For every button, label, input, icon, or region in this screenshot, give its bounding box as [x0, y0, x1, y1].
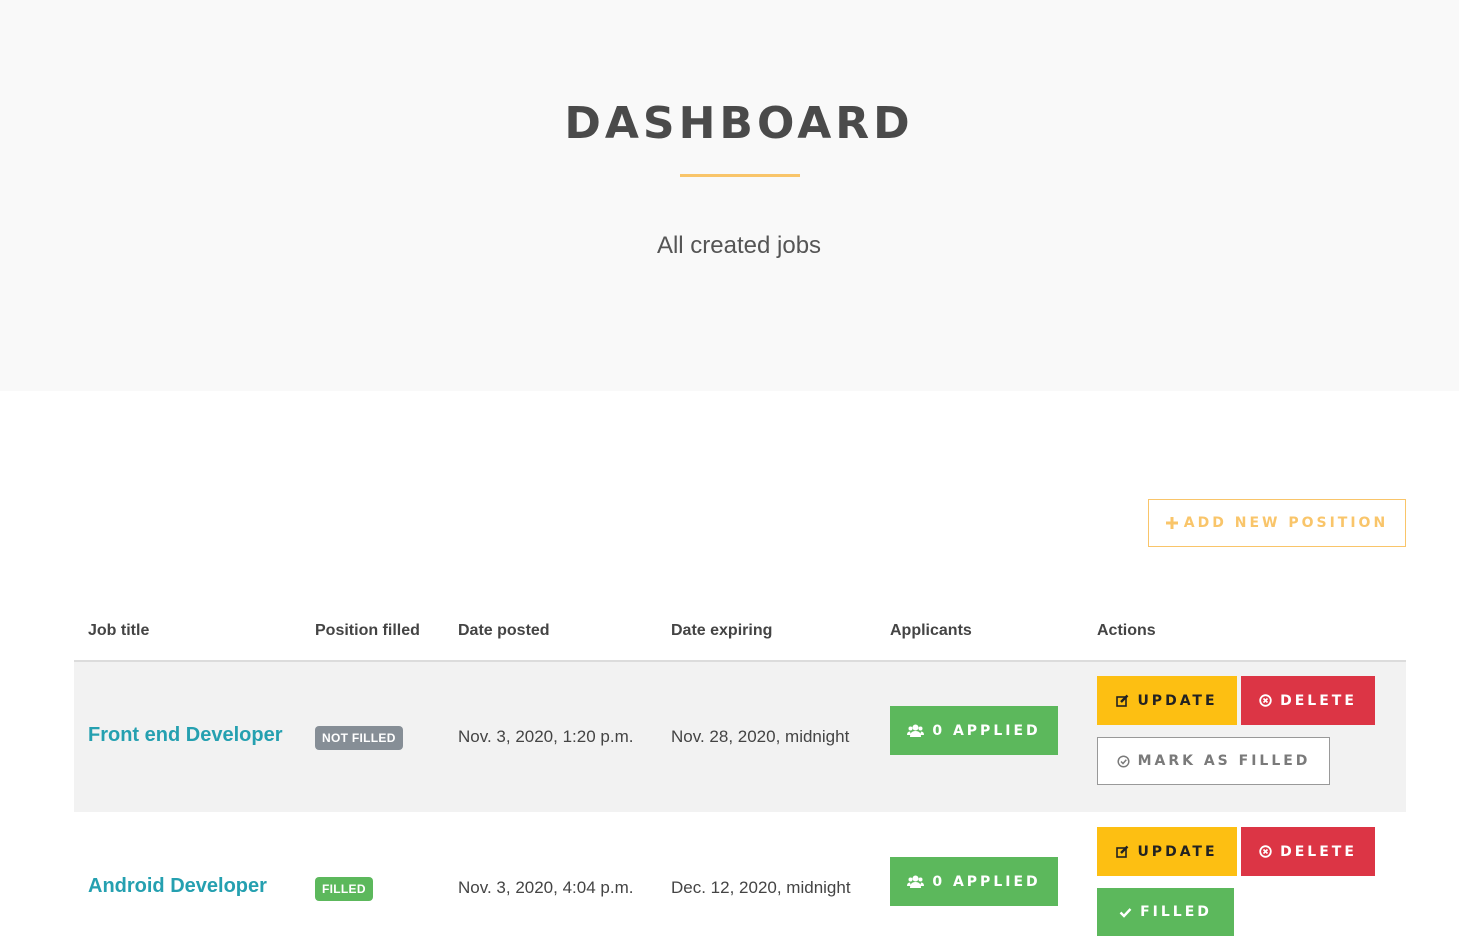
plus-icon [1165, 517, 1178, 529]
edit-icon [1116, 694, 1129, 707]
header-actions: Actions [1097, 622, 1156, 639]
page-title: DASHBOARD [564, 98, 914, 149]
header-applicants: Applicants [890, 622, 972, 639]
applicants-button[interactable]: 0 APPLIED [890, 857, 1058, 906]
mark-as-filled-label: MARK AS FILLED [1137, 753, 1311, 769]
mark-as-filled-button[interactable]: MARK AS FILLED [1097, 737, 1330, 785]
date-posted: Nov. 3, 2020, 4:04 p.m. [458, 878, 634, 897]
update-label: UPDATE [1137, 843, 1218, 860]
add-new-position-label: ADD NEW POSITION [1183, 515, 1389, 531]
page-header: DASHBOARD All created jobs [0, 0, 1459, 391]
job-title-link[interactable]: Android Developer [88, 875, 267, 898]
page-subtitle: All created jobs [656, 232, 822, 259]
delete-button[interactable]: DELETE [1241, 676, 1375, 725]
table-row: Android Developer FILLED Nov. 3, 2020, 4… [74, 812, 1406, 952]
status-badge: NOT FILLED [315, 726, 403, 750]
table-row: Front end Developer NOT FILLED Nov. 3, 2… [74, 662, 1406, 812]
header-date-expiring: Date expiring [671, 622, 773, 639]
applicants-label: 0 APPLIED [932, 873, 1041, 890]
header-position-filled: Position filled [315, 622, 420, 639]
check-icon [1119, 907, 1132, 918]
filled-label: FILLED [1140, 904, 1212, 920]
delete-label: DELETE [1280, 692, 1357, 709]
header-job-title: Job title [88, 622, 150, 639]
job-title-link[interactable]: Front end Developer [88, 724, 282, 747]
edit-icon [1116, 845, 1129, 858]
title-divider [680, 174, 800, 177]
add-new-position-button[interactable]: ADD NEW POSITION [1148, 499, 1406, 547]
check-circle-icon [1117, 754, 1130, 768]
filled-button[interactable]: FILLED [1097, 888, 1234, 936]
users-icon [907, 724, 925, 737]
applicants-button[interactable]: 0 APPLIED [890, 706, 1058, 755]
position-status-cell: NOT FILLED [315, 726, 403, 750]
delete-button[interactable]: DELETE [1241, 827, 1375, 876]
position-status-cell: FILLED [315, 877, 373, 901]
delete-label: DELETE [1280, 843, 1357, 860]
status-badge: FILLED [315, 877, 373, 901]
date-expiring: Nov. 28, 2020, midnight [671, 727, 850, 746]
update-label: UPDATE [1137, 692, 1218, 709]
date-posted: Nov. 3, 2020, 1:20 p.m. [458, 727, 634, 746]
times-circle-icon [1259, 694, 1272, 707]
date-expiring: Dec. 12, 2020, midnight [671, 878, 851, 897]
times-circle-icon [1259, 845, 1272, 858]
header-date-posted: Date posted [458, 622, 550, 639]
users-icon [907, 875, 925, 888]
update-button[interactable]: UPDATE [1097, 827, 1237, 876]
applicants-label: 0 APPLIED [932, 722, 1041, 739]
update-button[interactable]: UPDATE [1097, 676, 1237, 725]
